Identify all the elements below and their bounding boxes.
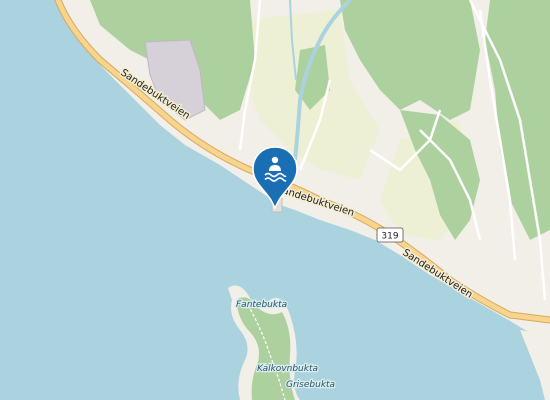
place-label-grisebukta: Grisebukta (286, 380, 335, 390)
route-shield-label: 319 (381, 232, 398, 242)
place-label-kalkovnbukta: Kalkovnbukta (257, 364, 318, 374)
map-view[interactable]: Sandebuktveien Sandebuktveien Sandebuktv… (0, 0, 550, 400)
map-canvas[interactable]: Sandebuktveien Sandebuktveien Sandebuktv… (0, 0, 550, 400)
place-label-fantebukta: Fantebukta (236, 300, 287, 310)
route-shield: 319 (376, 227, 404, 243)
